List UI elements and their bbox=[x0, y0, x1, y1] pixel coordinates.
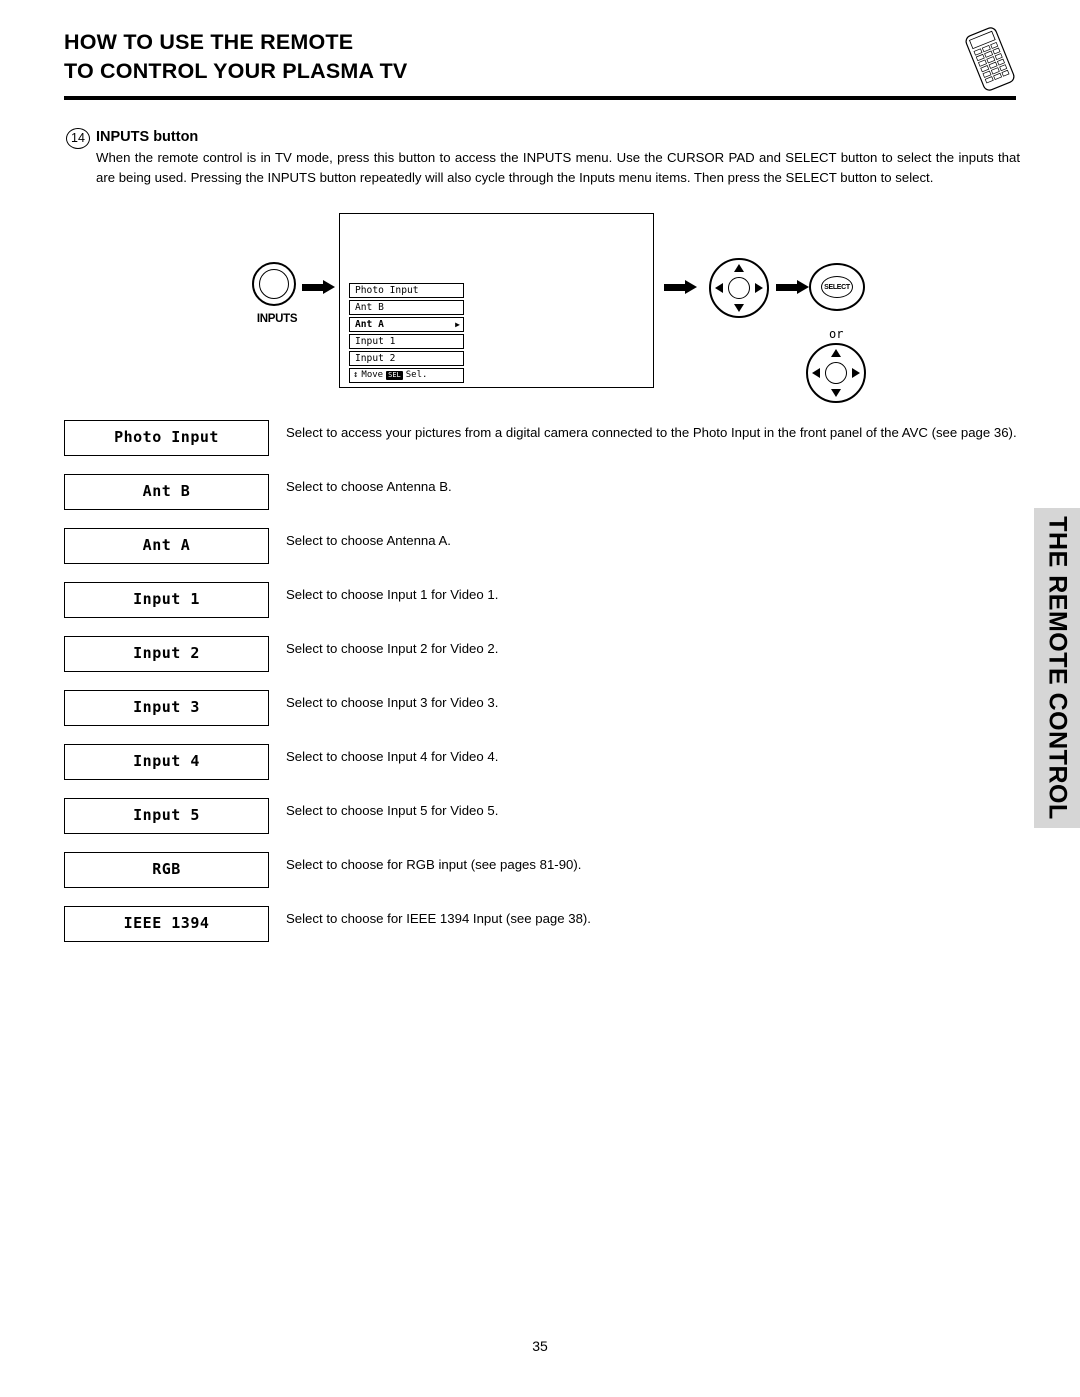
move-hint-label: Move bbox=[361, 370, 384, 380]
or-label: or bbox=[829, 327, 844, 341]
inputs-definition-list: Photo Input Select to access your pictur… bbox=[64, 420, 1024, 960]
definition-description: Select to choose Input 1 for Video 1. bbox=[286, 587, 499, 602]
menu-item-selected: Ant A ▶ bbox=[349, 317, 464, 332]
definition-row: Ant A Select to choose Antenna A. bbox=[64, 528, 1024, 582]
definition-row: Photo Input Select to access your pictur… bbox=[64, 420, 1024, 474]
definition-description: Select to access your pictures from a di… bbox=[286, 425, 1017, 440]
cursor-pad-graphic-top bbox=[709, 258, 769, 318]
definition-row: Input 1 Select to choose Input 1 for Vid… bbox=[64, 582, 1024, 636]
page-title-line-1: HOW TO USE THE REMOTE bbox=[64, 30, 354, 54]
updown-arrow-icon: ↕ bbox=[353, 370, 359, 380]
section-number: 14 bbox=[66, 128, 90, 149]
section-title: INPUTS button bbox=[96, 129, 199, 145]
menu-item-label: Ant A bbox=[355, 319, 384, 330]
definition-term: IEEE 1394 bbox=[64, 906, 269, 942]
definition-term: Photo Input bbox=[64, 420, 269, 456]
page-number: 35 bbox=[532, 1338, 548, 1354]
side-tab-label: THE REMOTE CONTROL bbox=[1043, 516, 1072, 820]
menu-item: Input 2 bbox=[349, 351, 464, 366]
definition-term: Input 2 bbox=[64, 636, 269, 672]
definition-description: Select to choose Input 3 for Video 3. bbox=[286, 695, 499, 710]
onscreen-inputs-menu: Photo Input Ant B Ant A ▶ Input 1 Input … bbox=[349, 283, 464, 383]
cursor-pad-graphic-bottom bbox=[806, 343, 866, 403]
definition-row: RGB Select to choose for RGB input (see … bbox=[64, 852, 1024, 906]
menu-item: Photo Input bbox=[349, 283, 464, 298]
chevron-right-icon: ▶ bbox=[455, 320, 460, 329]
menu-footer-hint: ↕ Move SEL Sel. bbox=[349, 368, 464, 383]
definition-term: Input 1 bbox=[64, 582, 269, 618]
menu-item: Input 1 bbox=[349, 334, 464, 349]
definition-description: Select to choose for RGB input (see page… bbox=[286, 857, 582, 872]
definition-term: Input 5 bbox=[64, 798, 269, 834]
definition-description: Select to choose Input 2 for Video 2. bbox=[286, 641, 499, 656]
definition-description: Select to choose Input 4 for Video 4. bbox=[286, 749, 499, 764]
inputs-button-label: INPUTS bbox=[256, 313, 298, 325]
definition-row: Ant B Select to choose Antenna B. bbox=[64, 474, 1024, 528]
definition-term: Ant B bbox=[64, 474, 269, 510]
definition-description: Select to choose Antenna B. bbox=[286, 479, 452, 494]
sel-hint-label: Sel. bbox=[405, 370, 428, 380]
remote-control-illustration bbox=[956, 26, 1024, 92]
side-tab-chapter-marker: THE REMOTE CONTROL bbox=[1034, 508, 1080, 828]
definition-row: Input 2 Select to choose Input 2 for Vid… bbox=[64, 636, 1024, 690]
select-button-label: SELECT bbox=[821, 276, 853, 298]
definition-term: Input 4 bbox=[64, 744, 269, 780]
definition-description: Select to choose Input 5 for Video 5. bbox=[286, 803, 499, 818]
definition-description: Select to choose Antenna A. bbox=[286, 533, 451, 548]
inputs-button-graphic bbox=[252, 262, 300, 310]
page-title-line-2: TO CONTROL YOUR PLASMA TV bbox=[64, 59, 408, 83]
definition-row: Input 4 Select to choose Input 4 for Vid… bbox=[64, 744, 1024, 798]
section-body-text: When the remote control is in TV mode, p… bbox=[96, 150, 1020, 185]
definition-row: Input 3 Select to choose Input 3 for Vid… bbox=[64, 690, 1024, 744]
definition-term: Ant A bbox=[64, 528, 269, 564]
arrow-right-icon-2 bbox=[664, 280, 698, 294]
menu-item: Ant B bbox=[349, 300, 464, 315]
definition-description: Select to choose for IEEE 1394 Input (se… bbox=[286, 911, 591, 926]
definition-term: RGB bbox=[64, 852, 269, 888]
page-header: HOW TO USE THE REMOTE TO CONTROL YOUR PL… bbox=[64, 28, 1016, 86]
definition-row: Input 5 Select to choose Input 5 for Vid… bbox=[64, 798, 1024, 852]
arrow-right-icon-1 bbox=[302, 280, 336, 294]
definition-row: IEEE 1394 Select to choose for IEEE 1394… bbox=[64, 906, 1024, 960]
header-divider bbox=[64, 96, 1016, 100]
select-key-chip: SEL bbox=[386, 371, 403, 380]
select-button-graphic-outer: SELECT bbox=[809, 263, 865, 311]
definition-term: Input 3 bbox=[64, 690, 269, 726]
inputs-menu-diagram: INPUTS Photo Input Ant B Ant A ▶ Input 1… bbox=[64, 205, 1016, 403]
